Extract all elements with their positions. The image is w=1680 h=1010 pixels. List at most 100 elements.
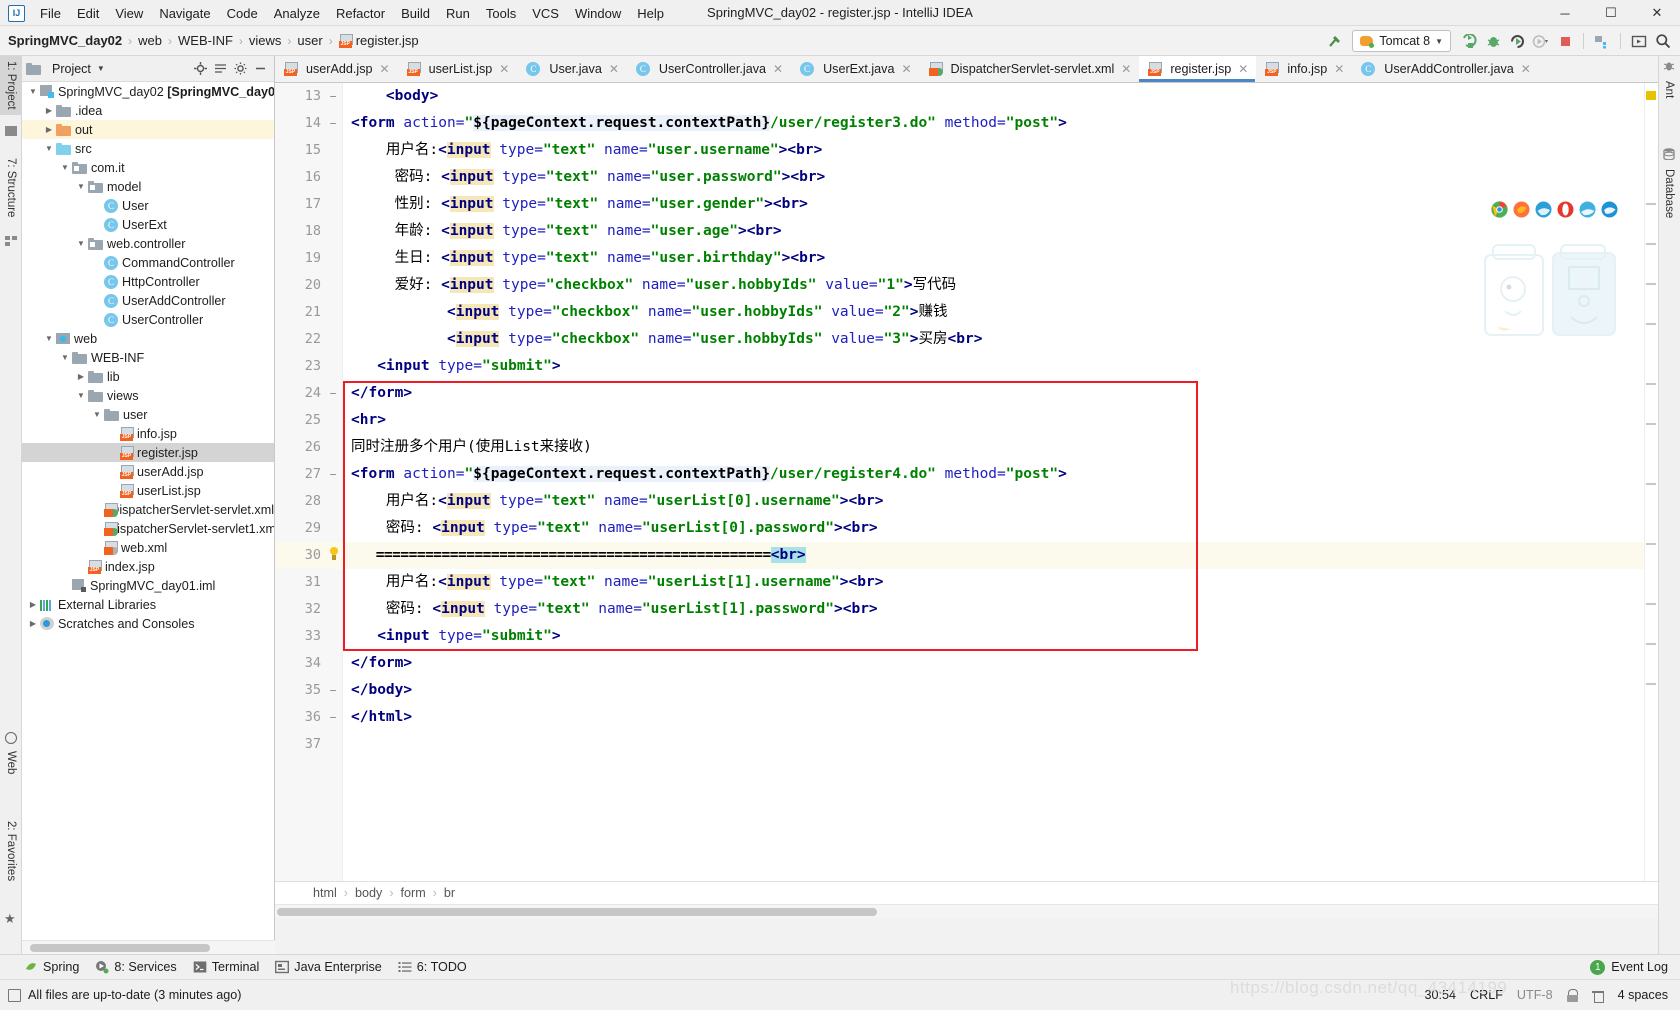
editor-tab-usercontroller-java[interactable]: C UserController.java ✕: [627, 56, 791, 82]
fold-icon[interactable]: −: [327, 704, 339, 731]
tree-node-springmvc-day01-iml[interactable]: SpringMVC_day01.iml: [22, 576, 274, 595]
tree-node-web-controller[interactable]: web.controller: [22, 234, 274, 253]
project-structure-icon[interactable]: [1591, 30, 1613, 52]
minimize-button[interactable]: ─: [1542, 0, 1588, 26]
code-line[interactable]: 22 <input type="checkbox" name="user.hob…: [275, 326, 1658, 353]
close-icon[interactable]: ✕: [1521, 62, 1531, 76]
hammer-icon[interactable]: [1323, 30, 1345, 52]
toolwindow-java-enterprise[interactable]: Java Enterprise: [275, 960, 382, 974]
menu-view[interactable]: View: [107, 3, 151, 24]
editor-tab-useradd-jsp[interactable]: userAdd.jsp ✕: [275, 56, 398, 82]
code-line[interactable]: 21 <input type="checkbox" name="user.hob…: [275, 299, 1658, 326]
chevron-down-icon[interactable]: [74, 239, 88, 248]
editor-tab-userlist-jsp[interactable]: userList.jsp ✕: [398, 56, 518, 82]
maximize-button[interactable]: ☐: [1588, 0, 1634, 26]
tree-node-springmvc-day02[interactable]: SpringMVC_day02 [SpringMVC_day01]: [22, 82, 274, 101]
browser-launch-bar[interactable]: [1491, 201, 1618, 218]
editor-tab-user-java[interactable]: C User.java ✕: [517, 56, 627, 82]
breadcrumb-project[interactable]: SpringMVC_day02: [8, 33, 122, 48]
code-line[interactable]: 27− <form action="${pageContext.request.c…: [275, 461, 1658, 488]
gear-icon[interactable]: [231, 59, 250, 78]
line-number[interactable]: 36: [275, 704, 321, 731]
change-marker[interactable]: [1646, 483, 1656, 485]
warning-marker[interactable]: [1646, 91, 1656, 100]
tree-node-user[interactable]: user: [22, 405, 274, 424]
code-line[interactable]: 37: [275, 731, 1658, 758]
search-icon[interactable]: [1652, 30, 1674, 52]
line-number[interactable]: 37: [275, 731, 321, 758]
change-marker[interactable]: [1646, 643, 1656, 645]
code-line[interactable]: 14− <form action="${pageContext.request.c…: [275, 110, 1658, 137]
line-number[interactable]: 18: [275, 218, 321, 245]
fold-icon[interactable]: −: [327, 110, 339, 137]
code-content[interactable]: 13− <body> 14− <form action="${pageContext…: [275, 83, 1658, 881]
breadcrumb-webinf[interactable]: WEB-INF: [178, 33, 233, 48]
fold-icon[interactable]: −: [327, 83, 339, 110]
fold-icon[interactable]: −: [327, 677, 339, 704]
menu-vcs[interactable]: VCS: [524, 3, 567, 24]
firefox-icon[interactable]: [1513, 201, 1530, 218]
line-number[interactable]: 24: [275, 380, 321, 407]
tree-node-dispatcherservlet-servlet-xml[interactable]: DispatcherServlet-servlet.xml: [22, 500, 274, 519]
line-number[interactable]: 13: [275, 83, 321, 110]
tree-node-index-jsp[interactable]: index.jsp: [22, 557, 274, 576]
change-marker[interactable]: [1646, 243, 1656, 245]
tree-node-userext[interactable]: C UserExt: [22, 215, 274, 234]
editor-tab-dispatcherservlet-servlet-xml[interactable]: DispatcherServlet-servlet.xml ✕: [920, 56, 1140, 82]
fold-icon[interactable]: −: [327, 461, 339, 488]
code-line[interactable]: 34 </form>: [275, 650, 1658, 677]
trash-icon[interactable]: [1591, 989, 1604, 1003]
close-icon[interactable]: ✕: [380, 62, 390, 76]
chevron-down-icon[interactable]: [90, 410, 104, 419]
line-number[interactable]: 20: [275, 272, 321, 299]
chevron-right-icon[interactable]: [26, 600, 40, 609]
line-number[interactable]: 15: [275, 137, 321, 164]
code-line[interactable]: 29 密码: <input type="text" name="userList…: [275, 515, 1658, 542]
editor-tab-userext-java[interactable]: C UserExt.java ✕: [791, 56, 919, 82]
tree-node-useradd-jsp[interactable]: userAdd.jsp: [22, 462, 274, 481]
edge-legacy-icon[interactable]: [1601, 201, 1618, 218]
line-number[interactable]: 30: [275, 542, 321, 569]
code-line[interactable]: 13− <body>: [275, 83, 1658, 110]
chevron-down-icon[interactable]: [58, 353, 72, 362]
profile-icon[interactable]: [1530, 30, 1552, 52]
editor-tab-bar[interactable]: userAdd.jsp ✕ userList.jsp ✕ C User.java ✕ C Use…: [275, 56, 1658, 83]
ie-icon[interactable]: [1579, 201, 1596, 218]
menu-navigate[interactable]: Navigate: [151, 3, 218, 24]
change-marker[interactable]: [1646, 423, 1656, 425]
tree-node-info-jsp[interactable]: info.jsp: [22, 424, 274, 443]
fold-icon[interactable]: −: [327, 380, 339, 407]
line-number[interactable]: 21: [275, 299, 321, 326]
hide-icon[interactable]: [251, 59, 270, 78]
code-line[interactable]: 19 生日: <input type="text" name="user.bir…: [275, 245, 1658, 272]
indent-setting[interactable]: 4 spaces: [1618, 988, 1668, 1002]
close-icon[interactable]: ✕: [1121, 62, 1131, 76]
change-marker[interactable]: [1646, 603, 1656, 605]
line-number[interactable]: 33: [275, 623, 321, 650]
line-number[interactable]: 29: [275, 515, 321, 542]
line-number[interactable]: 26: [275, 434, 321, 461]
line-number[interactable]: 23: [275, 353, 321, 380]
toolwindow-terminal[interactable]: Terminal: [193, 960, 259, 974]
intention-bulb-icon[interactable]: [327, 547, 341, 564]
tree-node-src[interactable]: src: [22, 139, 274, 158]
chrome-icon[interactable]: [1491, 201, 1508, 218]
change-marker[interactable]: [1646, 283, 1656, 285]
breadcrumb-views[interactable]: views: [249, 33, 282, 48]
lock-icon[interactable]: [1566, 988, 1578, 1002]
toolwindow-spring[interactable]: Spring: [24, 960, 79, 974]
tree-node-web-xml[interactable]: web.xml: [22, 538, 274, 557]
menu-file[interactable]: File: [32, 3, 69, 24]
collapse-all-icon[interactable]: [211, 59, 230, 78]
editor-crumb-html[interactable]: html: [313, 886, 337, 900]
marker-bar[interactable]: [1644, 83, 1658, 881]
change-marker[interactable]: [1646, 203, 1656, 205]
sidebar-item-ant[interactable]: Ant: [1658, 76, 1680, 103]
update-icon[interactable]: [1628, 30, 1650, 52]
change-marker[interactable]: [1646, 683, 1656, 685]
menu-code[interactable]: Code: [219, 3, 266, 24]
change-marker[interactable]: [1646, 323, 1656, 325]
tree-node-commandcontroller[interactable]: C CommandController: [22, 253, 274, 272]
change-marker[interactable]: [1646, 383, 1656, 385]
code-line[interactable]: 26 同时注册多个用户(使用List来接收): [275, 434, 1658, 461]
